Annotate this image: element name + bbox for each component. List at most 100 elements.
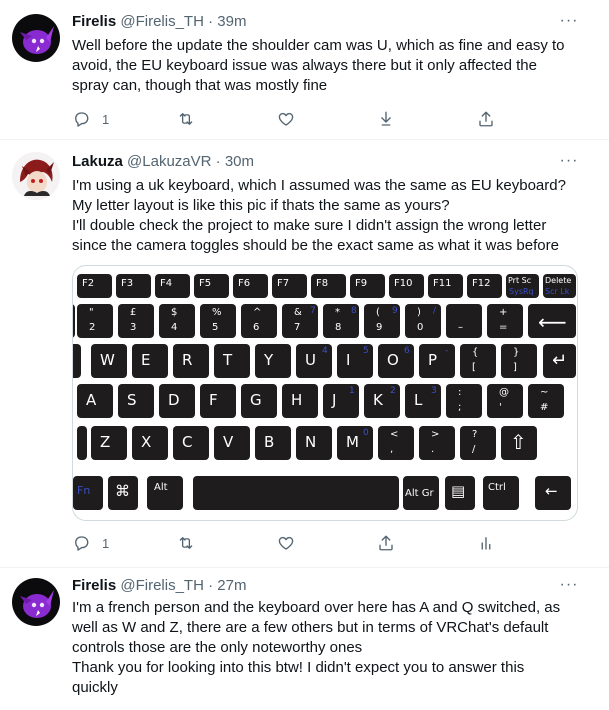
key-legend: ' (499, 402, 502, 413)
key-shift-left (77, 426, 87, 460)
author-name[interactable]: Lakuza (72, 153, 123, 170)
key-delete: Delete Scr Lk (543, 274, 576, 298)
key-legend: 9 (376, 322, 383, 333)
key-legend: O (387, 351, 399, 369)
key-legend: 6 (253, 322, 260, 333)
heart-icon (278, 536, 294, 550)
key-legend: ( (376, 307, 380, 318)
key-n: N (296, 426, 332, 460)
tweet-1[interactable]: Firelis @Firelis_TH · 39m ··· Well befor… (0, 0, 609, 138)
key-fn: Fn (73, 476, 103, 510)
avatar[interactable] (12, 578, 60, 626)
author-handle[interactable]: @Firelis_TH (120, 577, 204, 594)
share-button[interactable] (377, 532, 395, 554)
key-legend: 0 (363, 428, 369, 438)
key-punct: :; (446, 384, 482, 418)
key-e: E (132, 344, 168, 378)
author-handle[interactable]: @Firelis_TH (120, 13, 204, 30)
key-legend: F7 (277, 278, 290, 289)
like-button[interactable] (277, 532, 295, 554)
author-name[interactable]: Firelis (72, 13, 116, 30)
key-legend: 9 (392, 306, 398, 316)
key-legend: Alt (154, 482, 168, 493)
timestamp[interactable]: 27m (217, 577, 246, 594)
key-num-=: + = (487, 304, 523, 338)
key-c: C (173, 426, 209, 460)
more-options-icon[interactable]: ··· (559, 577, 579, 598)
key-legend: X (141, 433, 152, 451)
key-legend: " (89, 307, 94, 318)
retweet-button[interactable] (177, 532, 195, 554)
key-legend: U (305, 351, 316, 369)
key-punct: ~ # (528, 384, 564, 418)
download-button[interactable] (377, 108, 395, 130)
tweet-text-line: since the camera toggles should be the e… (72, 237, 559, 254)
avatar[interactable] (12, 152, 60, 200)
key-legend: – (458, 322, 463, 333)
key-legend: 4 (171, 322, 178, 333)
key-legend: 7 (310, 306, 316, 316)
keyboard-layout-image: F2 F3 F4 F5 F6 F7 F8 F9 F10 F11 F12 Prt Sc SysRq Dele… (73, 266, 577, 520)
keyboard-photo[interactable]: F2 F3 F4 F5 F6 F7 F8 F9 F10 F11 F12 Prt Sc SysRq Dele… (72, 265, 578, 521)
timestamp[interactable]: 39m (217, 13, 246, 30)
tweet-text-line: I'm a french person and the keyboard ove… (72, 599, 561, 616)
share-button[interactable] (477, 108, 495, 130)
key-legend: J (332, 391, 337, 409)
avatar[interactable] (12, 14, 60, 62)
like-button[interactable] (277, 108, 295, 130)
tweet-3[interactable]: Firelis @Firelis_TH · 27m ··· I'm a fren… (0, 568, 609, 710)
key-u: U4 (296, 344, 332, 378)
key-enter: ↵ (543, 344, 576, 378)
key-legend: SysRq (509, 287, 534, 296)
key-legend: > (431, 429, 440, 440)
key-num-6: ^ 6 (241, 304, 277, 338)
key-d: D (159, 384, 195, 418)
author-name[interactable]: Firelis (72, 577, 116, 594)
key-legend: T (223, 351, 233, 369)
key-legend: F3 (121, 278, 134, 289)
key-w: W (91, 344, 127, 378)
key-num-3: £3 (118, 304, 154, 338)
key-legend: ~ (540, 387, 549, 398)
key-alt: Alt (147, 476, 183, 510)
key-legend: A (86, 391, 97, 409)
separator-dot: · (208, 577, 214, 594)
key-legend: 2 (89, 322, 96, 333)
more-options-icon[interactable]: ··· (559, 13, 579, 34)
key-p: P- (419, 344, 455, 378)
share-icon (479, 111, 493, 127)
key-bracket: }] (501, 344, 537, 378)
key-s: S (118, 384, 154, 418)
more-options-icon[interactable]: ··· (559, 153, 579, 174)
key-g: G (241, 384, 277, 418)
key-legend: < (390, 429, 399, 440)
tweet-text: Well before the update the shoulder cam … (72, 36, 592, 96)
retweet-button[interactable] (177, 108, 195, 130)
tweet-header: Firelis @Firelis_TH · 27m (72, 576, 246, 596)
key-legend: 0 (417, 322, 424, 333)
key-f10: F10 (389, 274, 424, 298)
reply-button[interactable]: 1 (72, 108, 109, 130)
author-handle[interactable]: @LakuzaVR (127, 153, 211, 170)
key-legend: $ (171, 307, 178, 318)
key-legend: F11 (433, 278, 452, 289)
key-num-4: $4 (159, 304, 195, 338)
key-legend: 5 (363, 346, 369, 356)
reply-button[interactable]: 1 (72, 532, 109, 554)
tweet-text-line: Thank you for looking into this btw! I d… (72, 659, 525, 676)
key-l: L3 (405, 384, 441, 418)
key-legend: L (414, 391, 423, 409)
key-legend: 4 (322, 346, 328, 356)
timestamp[interactable]: 30m (225, 153, 254, 170)
key-num-–: – (446, 304, 482, 338)
key-punct: >. (419, 426, 455, 460)
key-punct: ? / (460, 426, 496, 460)
key-legend: F4 (160, 278, 173, 289)
key-f8: F8 (311, 274, 346, 298)
key-f: F (200, 384, 236, 418)
tweet-header: Lakuza @LakuzaVR · 30m (72, 152, 254, 172)
key-legend: Delete (545, 276, 572, 285)
analytics-button[interactable] (477, 532, 495, 554)
key-legend: Y (264, 351, 274, 369)
key-f12: F12 (467, 274, 502, 298)
